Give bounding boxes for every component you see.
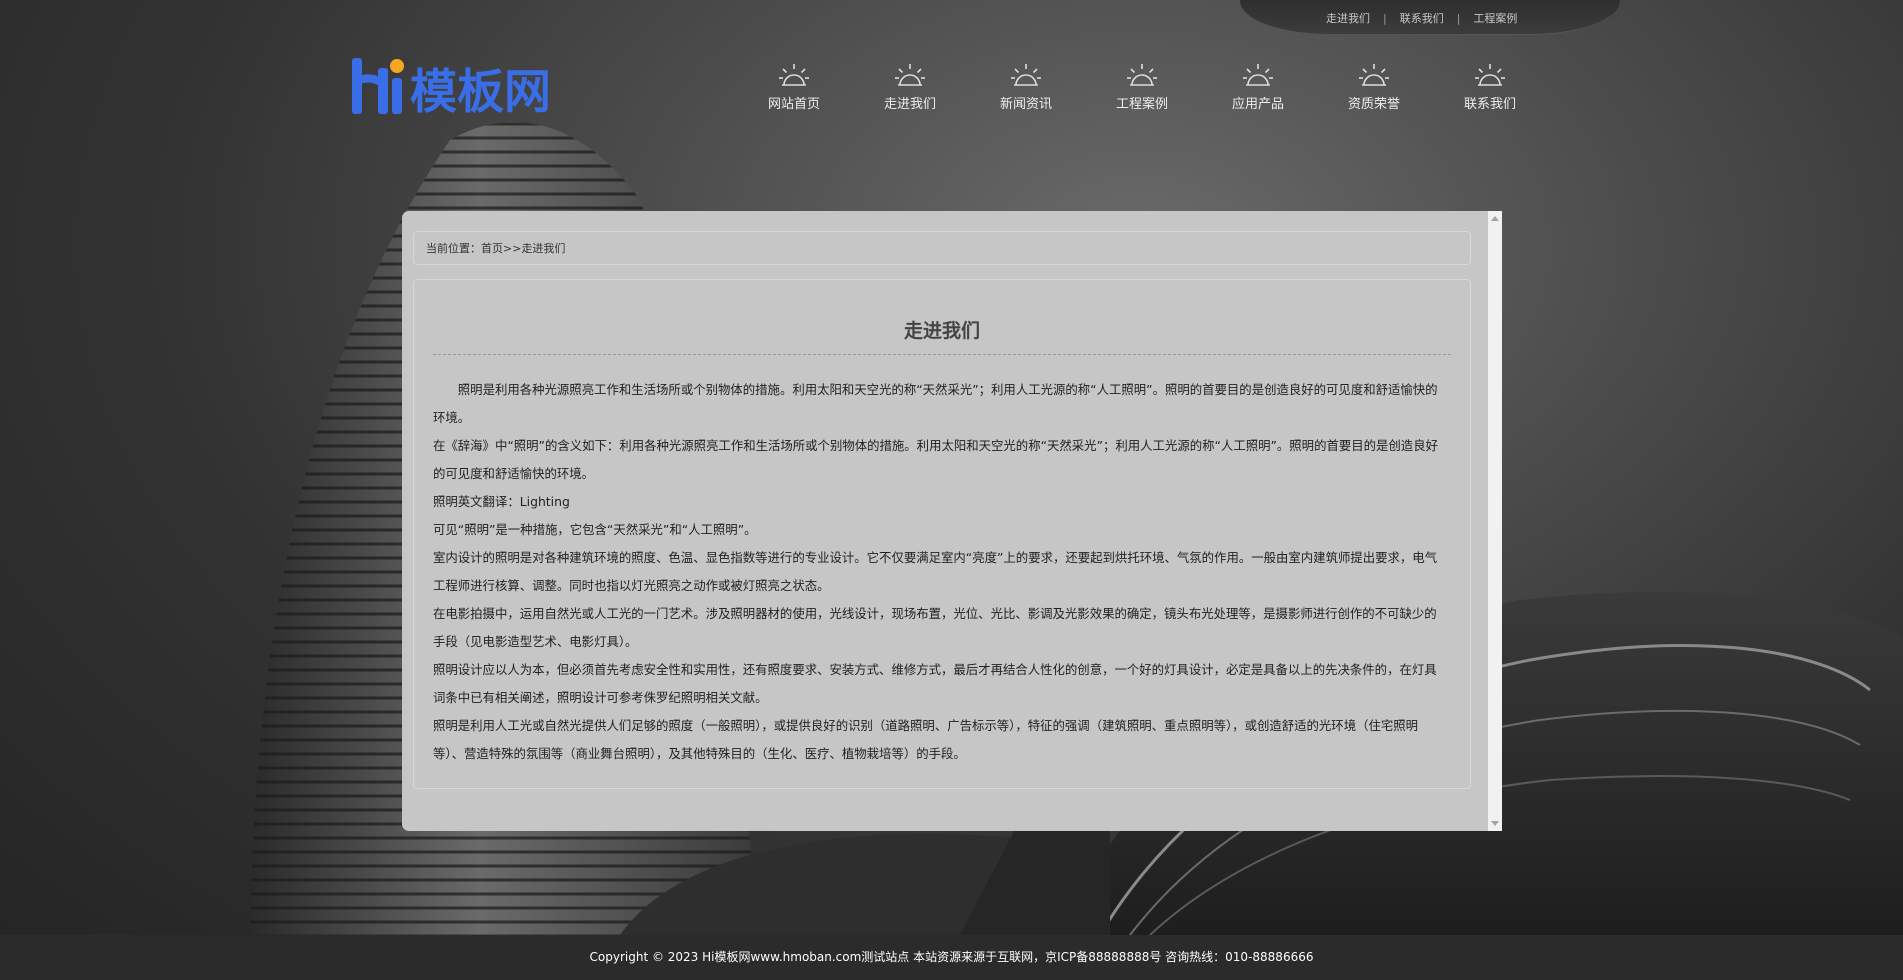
nav-label: 资质荣誉 <box>1347 97 1400 112</box>
nav-item-products[interactable]: 应用产品 <box>1218 63 1298 112</box>
lamp-icon <box>779 64 809 86</box>
nav-label: 工程案例 <box>1115 97 1168 112</box>
lamp-icon <box>1475 64 1505 86</box>
article-paragraph: 照明是利用人工光或自然光提供人们足够的照度（一般照明），或提供良好的识别（道路照… <box>433 718 1419 761</box>
nav-item-contact[interactable]: 联系我们 <box>1450 63 1530 112</box>
nav-label: 网站首页 <box>767 97 820 112</box>
nav-label: 走进我们 <box>883 97 936 112</box>
vertical-scrollbar[interactable] <box>1488 211 1502 831</box>
scroll-down-arrow-icon[interactable] <box>1491 821 1499 826</box>
article-paragraph: 照明英文翻译：Lighting <box>433 494 570 509</box>
article-paragraph: 在电影拍摄中，运用自然光或人工光的一门艺术。涉及照明器材的使用，光线设计，现场布… <box>433 606 1437 649</box>
title-divider <box>433 354 1451 355</box>
site-logo[interactable]: 模板网 <box>350 54 595 120</box>
article-paragraph: 照明设计应以人为本，但必须首先考虑安全性和实用性，还有照度要求、安装方式、维修方… <box>433 662 1437 705</box>
nav-label: 应用产品 <box>1231 97 1284 112</box>
top-link-cases[interactable]: 工程案例 <box>1473 12 1517 25</box>
logo-text: 模板网 <box>410 65 551 118</box>
article-body: 照明是利用各种光源照亮工作和生活场所或个别物体的措施。利用太阳和天空光的称“天然… <box>433 376 1443 768</box>
article-paragraph: 照明是利用各种光源照亮工作和生活场所或个别物体的措施。利用太阳和天空光的称“天然… <box>433 382 1438 425</box>
divider: | <box>1456 12 1461 25</box>
breadcrumb: 当前位置：首页>>走进我们 <box>413 231 1471 265</box>
breadcrumb-separator: >> <box>503 242 522 255</box>
footer-copyright: Copyright © 2023 Hi模板网www.hmoban.com测试站点… <box>589 950 1314 964</box>
article-paragraph: 可见“照明”是一种措施，它包含“天然采光”和“人工照明”。 <box>433 522 757 537</box>
nav-item-honors[interactable]: 资质荣誉 <box>1334 63 1414 112</box>
lamp-icon <box>1243 64 1273 86</box>
breadcrumb-home-link[interactable]: 首页 <box>481 242 503 255</box>
lamp-icon <box>1359 64 1389 86</box>
divider: | <box>1383 12 1387 25</box>
lamp-icon <box>1011 64 1041 86</box>
article-paragraph: 在《辞海》中“照明”的含义如下：利用各种光源照亮工作和生活场所或个别物体的措施。… <box>433 438 1438 481</box>
lamp-icon <box>1127 64 1157 86</box>
lamp-icon <box>895 64 925 86</box>
top-link-about[interactable]: 走进我们 <box>1326 12 1370 25</box>
nav-label: 联系我们 <box>1463 97 1516 112</box>
site-footer: Copyright © 2023 Hi模板网www.hmoban.com测试站点… <box>0 935 1903 980</box>
breadcrumb-current-link[interactable]: 走进我们 <box>521 242 565 255</box>
page-title: 走进我们 <box>903 320 980 342</box>
top-link-contact[interactable]: 联系我们 <box>1400 12 1444 25</box>
top-links-bar: 走进我们 | 联系我们 | 工程案例 <box>1240 0 1620 35</box>
nav-item-cases[interactable]: 工程案例 <box>1102 63 1182 112</box>
nav-label: 新闻资讯 <box>999 97 1052 112</box>
nav-item-home[interactable]: 网站首页 <box>754 63 834 112</box>
article-paragraph: 室内设计的照明是对各种建筑环境的照度、色温、显色指数等进行的专业设计。它不仅要满… <box>433 550 1438 593</box>
nav-item-news[interactable]: 新闻资讯 <box>986 63 1066 112</box>
breadcrumb-prefix: 当前位置： <box>426 242 481 255</box>
scroll-up-arrow-icon[interactable] <box>1491 216 1499 221</box>
nav-item-about[interactable]: 走进我们 <box>870 63 950 112</box>
